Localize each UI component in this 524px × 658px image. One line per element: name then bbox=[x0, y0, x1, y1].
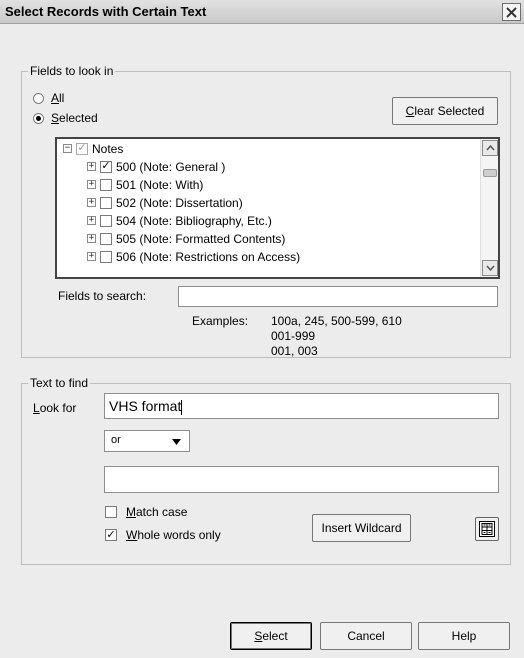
tree-item-label: 504 (Note: Bibliography, Etc.) bbox=[116, 213, 272, 228]
tree-item-checkbox[interactable]: ✓ bbox=[100, 160, 112, 173]
tree-item[interactable]: + 504 (Note: Bibliography, Etc.) bbox=[87, 212, 272, 229]
text-cursor bbox=[181, 399, 183, 415]
cancel-button[interactable]: Cancel bbox=[320, 622, 412, 650]
expand-icon[interactable]: + bbox=[87, 216, 96, 225]
collapse-icon[interactable]: − bbox=[63, 144, 72, 153]
examples-label: Examples: bbox=[192, 314, 249, 328]
scroll-up-button[interactable] bbox=[482, 140, 498, 156]
tree-item[interactable]: + 506 (Note: Restrictions on Access) bbox=[87, 248, 300, 265]
example-line: 100a, 245, 500-599, 610 bbox=[271, 314, 402, 328]
tree-item-label: 505 (Note: Formatted Contents) bbox=[116, 231, 286, 246]
fields-to-search-input[interactable] bbox=[178, 286, 498, 307]
tree-item[interactable]: + ✓ 500 (Note: General ) bbox=[87, 158, 225, 175]
expand-icon[interactable]: + bbox=[87, 180, 96, 189]
example-line: 001, 003 bbox=[271, 344, 318, 358]
window-title: Select Records with Certain Text bbox=[5, 4, 207, 19]
fields-tree[interactable]: − ✓ Notes + ✓ 500 (Note: General ) + 501… bbox=[55, 137, 500, 279]
whole-words-label: Whole words only bbox=[126, 528, 221, 542]
title-bar: Select Records with Certain Text bbox=[0, 0, 524, 24]
chevron-down-icon bbox=[485, 265, 495, 271]
radio-all-label: All bbox=[51, 91, 65, 105]
text-group-legend: Text to find bbox=[28, 376, 91, 390]
match-case-label: Match case bbox=[126, 505, 188, 519]
scroll-thumb[interactable] bbox=[483, 169, 497, 177]
expand-icon[interactable]: + bbox=[87, 198, 96, 207]
tree-root-checkbox[interactable]: ✓ bbox=[76, 142, 88, 155]
close-button[interactable] bbox=[502, 3, 521, 21]
clear-selected-label: Clear Selected bbox=[405, 104, 485, 118]
help-button[interactable]: Help bbox=[418, 622, 510, 650]
fields-to-search-label: Fields to search: bbox=[58, 289, 147, 303]
look-for-input[interactable]: VHS format bbox=[104, 393, 499, 419]
clear-selected-button[interactable]: Clear Selected bbox=[392, 97, 498, 125]
special-characters-button[interactable] bbox=[475, 517, 499, 541]
tree-scrollbar[interactable] bbox=[480, 139, 498, 277]
cancel-label: Cancel bbox=[347, 629, 385, 643]
tree-item-checkbox[interactable] bbox=[100, 214, 112, 227]
insert-wildcard-button[interactable]: Insert Wildcard bbox=[312, 514, 411, 542]
tree-item-label: 501 (Note: With) bbox=[116, 177, 204, 192]
select-label: Select bbox=[254, 629, 288, 643]
tree-item-checkbox[interactable] bbox=[100, 196, 112, 209]
whole-words-checkbox[interactable]: ✓ bbox=[105, 529, 117, 541]
expand-icon[interactable]: + bbox=[87, 252, 96, 261]
second-text-input[interactable] bbox=[104, 466, 499, 493]
expand-icon[interactable]: + bbox=[87, 162, 96, 171]
character-map-icon bbox=[479, 521, 495, 537]
scroll-down-button[interactable] bbox=[482, 260, 498, 276]
radio-all[interactable] bbox=[33, 93, 44, 104]
tree-item[interactable]: + 505 (Note: Formatted Contents) bbox=[87, 230, 285, 247]
match-case-checkbox[interactable] bbox=[105, 506, 117, 518]
chevron-up-icon bbox=[485, 145, 495, 151]
tree-item-label: 506 (Note: Restrictions on Access) bbox=[116, 249, 301, 264]
select-button[interactable]: Select bbox=[230, 622, 312, 650]
fields-group-legend: Fields to look in bbox=[28, 64, 116, 78]
tree-item-checkbox[interactable] bbox=[100, 178, 112, 191]
tree-item-label: 502 (Note: Dissertation) bbox=[116, 195, 243, 210]
tree-item-checkbox[interactable] bbox=[100, 250, 112, 263]
close-icon bbox=[506, 6, 517, 18]
insert-wildcard-label: Insert Wildcard bbox=[321, 521, 402, 535]
dropdown-arrow-icon bbox=[172, 439, 181, 445]
radio-selected-label: Selected bbox=[51, 111, 98, 125]
tree-root-label: Notes bbox=[92, 141, 124, 156]
radio-selected[interactable] bbox=[33, 113, 44, 124]
look-for-label: Look for bbox=[33, 401, 77, 415]
tree-item[interactable]: + 501 (Note: With) bbox=[87, 176, 203, 193]
tree-root-notes[interactable]: − ✓ Notes bbox=[63, 140, 123, 157]
help-label: Help bbox=[451, 629, 477, 643]
tree-item[interactable]: + 502 (Note: Dissertation) bbox=[87, 194, 243, 211]
operator-select[interactable]: or bbox=[104, 430, 190, 452]
expand-icon[interactable]: + bbox=[87, 234, 96, 243]
example-line: 001-999 bbox=[271, 329, 316, 343]
tree-item-label: 500 (Note: General ) bbox=[116, 159, 226, 174]
tree-item-checkbox[interactable] bbox=[100, 232, 112, 245]
look-for-value: VHS format bbox=[109, 398, 182, 414]
operator-value: or bbox=[111, 434, 121, 446]
